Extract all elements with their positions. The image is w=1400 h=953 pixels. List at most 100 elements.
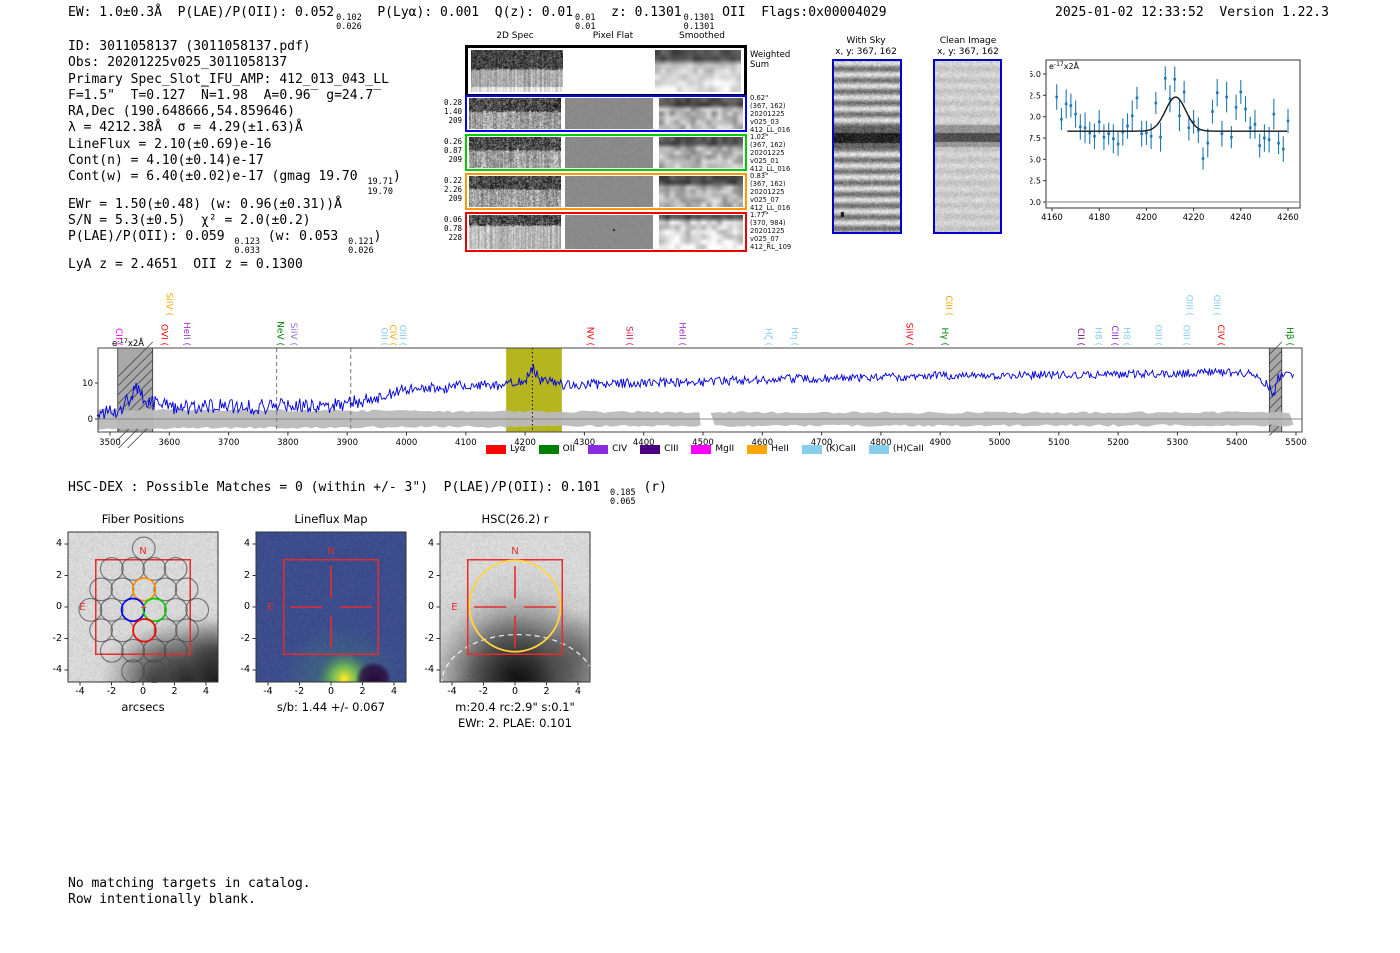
withsky-panel	[832, 59, 902, 234]
y-tick-label: 7.5	[1030, 134, 1041, 143]
row-smooth-image	[659, 98, 743, 129]
hsc-dex-line: HSC-DEX : Possible Matches = 0 (within +…	[68, 480, 667, 508]
x-tick-label: 3900	[336, 438, 358, 448]
legend-item: CIII	[640, 444, 678, 454]
withsky-coords: x, y: 367, 162	[835, 47, 897, 57]
x-tick-label: 5100	[1048, 438, 1070, 448]
row-right-labels: 1.02" (367, 162) 20201225 v025_01 412_LL_016	[750, 133, 810, 173]
data-point	[1272, 112, 1276, 116]
fiber-circle	[164, 597, 188, 622]
fiber-circle	[121, 638, 145, 663]
row-flat-image	[565, 176, 653, 207]
legend-label: CIV	[612, 444, 628, 454]
data-point	[1069, 104, 1073, 107]
x-tick-label: 4200	[1136, 213, 1158, 223]
x-tick-label: 5200	[1107, 438, 1129, 448]
x-tick-label: 4260	[1277, 213, 1299, 223]
row-left-value: 0.87	[443, 146, 462, 155]
x-tick-label: 4	[390, 686, 398, 697]
data-point	[1112, 137, 1115, 141]
data-point	[1140, 132, 1143, 136]
emission-line-label: H8 (	[1121, 327, 1131, 346]
hsc_r-xlabel2: EWr: 2. PLAE: 0.101	[458, 716, 572, 730]
weighted-sum-label-line: Weighted	[750, 50, 791, 60]
fiber-2d-row-2	[465, 173, 747, 210]
row-right-labels: 0.62" (367, 162) 20201225 v025_03 412_LL_016	[750, 94, 810, 134]
legend-swatch	[486, 444, 507, 454]
x-tick-label: -2	[478, 686, 489, 697]
data-point	[1173, 77, 1177, 81]
row-smooth-image	[659, 215, 743, 249]
y-tick-label: 12.5	[1030, 91, 1041, 100]
legend-swatch	[868, 444, 889, 454]
emission-line-label: NeV (	[274, 321, 284, 346]
data-point	[1060, 117, 1063, 121]
fiber-2d-row-1	[465, 134, 747, 171]
sup-sub-stack: 0.123 0.033	[234, 237, 260, 257]
row-right-value: v025_01	[750, 157, 780, 165]
emission-line-label: Hγ (	[939, 328, 949, 346]
emission-line-label: Hζ (	[762, 328, 772, 346]
emission-line-label: CII (	[1075, 328, 1085, 346]
fiber_positions-title: Fiber Positions	[101, 512, 185, 526]
emission-line-label: HeII (	[181, 322, 191, 346]
data-point	[1130, 114, 1134, 118]
fiber_positions-panel: + N E	[64, 531, 219, 686]
data-point	[1277, 141, 1280, 145]
detection-info-block: ID: 3011058137 (3011058137.pdf) Obs: 2020…	[68, 39, 401, 273]
row-right-value: 20201225	[750, 110, 785, 118]
zoom-plot-frame	[1045, 59, 1301, 209]
east-label: E	[79, 602, 85, 613]
lineflux_map-title: Lineflux Map	[294, 512, 368, 526]
x-tick-label: 5000	[989, 438, 1011, 448]
sup-sub-stack: 19.71 19.70	[367, 177, 394, 197]
line-fit-zoom-plot: 0.0 2.5 5.0 7.5 10.0 12.5 15.0 4160 4180 4200 4220…	[1030, 59, 1301, 223]
row-left-value: 209	[448, 194, 462, 203]
legend-swatch	[588, 444, 609, 454]
y-tick-label: 2	[243, 569, 250, 581]
info-line-9: EWr = 1.50(±0.48) (w: 0.96(±0.31))Å	[68, 196, 342, 212]
fiber-circle	[175, 618, 199, 643]
sup-sub-stack: 0.01 0.01	[575, 13, 596, 33]
legend-label: OII	[562, 444, 576, 454]
legend-swatch	[747, 444, 768, 454]
legend-swatch	[640, 444, 661, 454]
y-tick-label: 10.0	[1030, 113, 1041, 122]
row-left-value: 0.78	[443, 224, 462, 233]
data-point	[1159, 135, 1162, 139]
emission-line-label: OIII (	[1211, 295, 1221, 316]
x-tick-label: 3800	[277, 438, 299, 448]
info-line-4: RA,Dec (190.648666,54.859646)	[68, 104, 295, 120]
legend-item: Lyα	[486, 444, 526, 454]
x-tick-label: -2	[106, 686, 117, 697]
row-left-value: 1.40	[443, 107, 462, 116]
emission-line-label: OIII (	[1183, 295, 1193, 316]
emission-line-label: OIII (	[397, 325, 407, 346]
x-tick-label: 3700	[218, 438, 240, 448]
data-point	[1225, 95, 1228, 99]
emission-line-label: CIII (	[943, 295, 953, 316]
y-tick-label: 15.0	[1030, 70, 1041, 79]
clean-image-coords: x, y: 367, 162	[937, 47, 999, 57]
x-tick-label: 2	[171, 686, 178, 697]
sup-sub-stack: 0.102 0.026	[336, 13, 362, 33]
x-tick-label: -4	[263, 686, 273, 697]
row-right-value: v025_03	[750, 118, 780, 126]
data-point	[1206, 141, 1210, 145]
data-point	[1281, 147, 1285, 151]
fiber-circle	[153, 577, 178, 602]
emission-line-label: CIII (	[1109, 325, 1119, 346]
row-spec-image	[469, 176, 561, 207]
x-tick-label: 3500	[99, 438, 121, 448]
row-right-value: 412_RL_109	[750, 243, 792, 251]
data-point	[1097, 120, 1101, 124]
legend-label: MgII	[715, 444, 735, 454]
center-cross: +	[140, 603, 148, 613]
emission-line-label: Hβ (	[1284, 327, 1294, 346]
data-point	[1230, 135, 1233, 139]
x-tick-label: 3600	[158, 438, 180, 448]
x-tick-label: 0	[511, 686, 519, 697]
row-right-value: 20201225	[750, 188, 785, 196]
data-point	[1083, 126, 1087, 130]
row-right-value: (367, 162)	[750, 180, 786, 188]
